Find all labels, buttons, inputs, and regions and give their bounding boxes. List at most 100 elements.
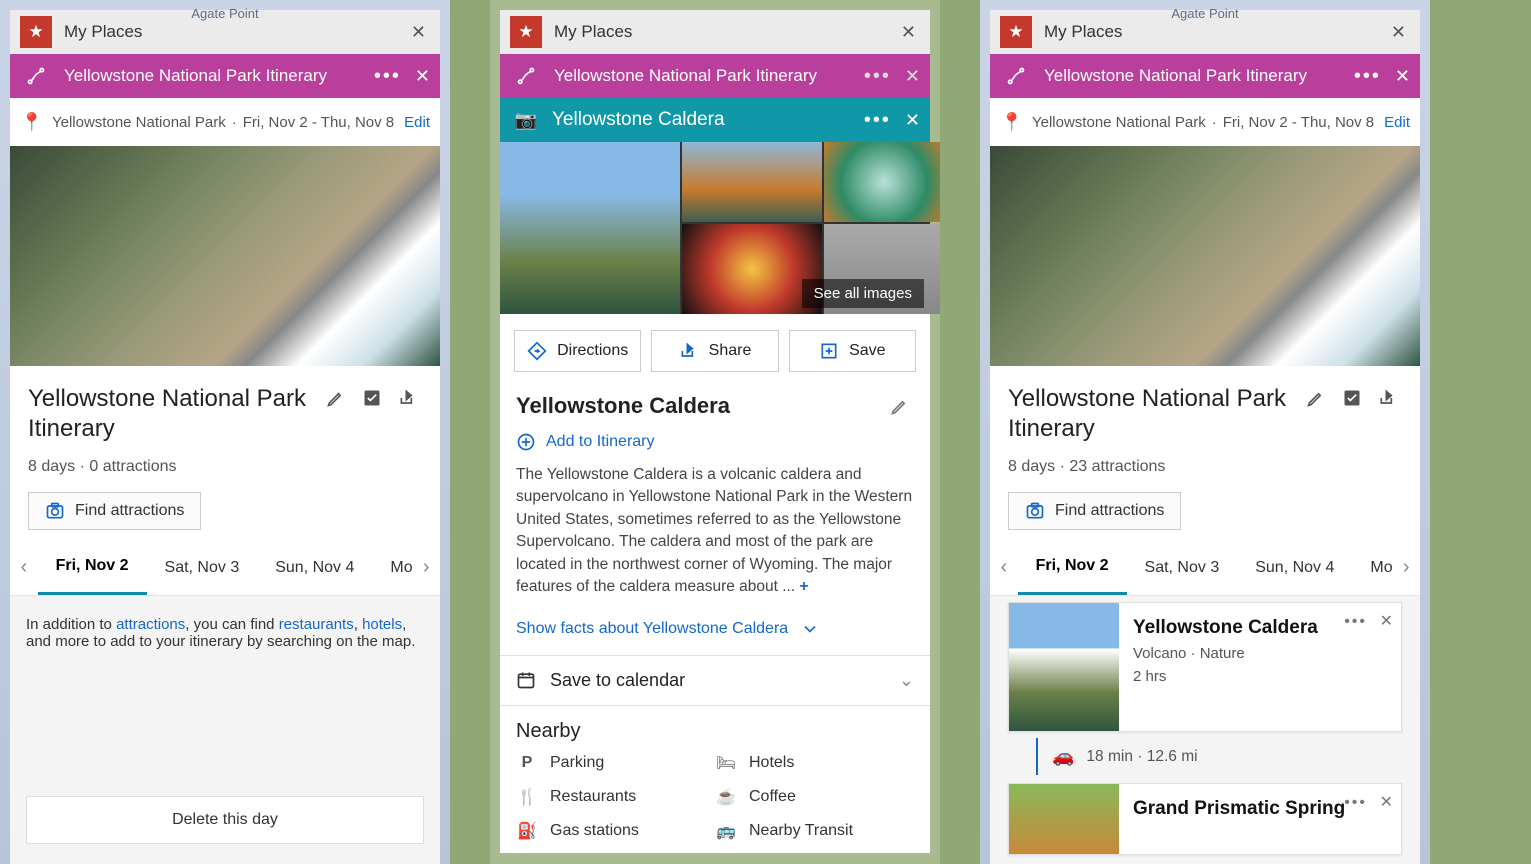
edit-button[interactable]: Edit <box>1384 114 1410 131</box>
restaurants-link[interactable]: restaurants <box>279 616 354 633</box>
attractions-link[interactable]: attractions <box>116 616 185 633</box>
see-all-images-button[interactable]: See all images <box>802 279 924 308</box>
hero-image <box>10 146 440 366</box>
route-icon <box>20 60 52 92</box>
more-icon[interactable]: ••• <box>370 61 405 92</box>
add-to-itinerary-button[interactable]: Add to Itinerary <box>500 426 930 464</box>
find-attractions-button[interactable]: Find attractions <box>28 492 201 530</box>
chevron-right-icon[interactable]: › <box>412 556 440 579</box>
chevron-right-icon[interactable]: › <box>1392 556 1420 579</box>
image-gallery[interactable]: See all images <box>500 142 930 314</box>
more-icon[interactable]: ••• <box>860 105 895 136</box>
itinerary-bar[interactable]: Yellowstone National Park Itinerary ••• … <box>10 54 440 98</box>
save-button[interactable]: Save <box>789 330 916 372</box>
nearby-coffee[interactable]: ☕Coffee <box>715 787 914 807</box>
nearby-transit[interactable]: 🚌Nearby Transit <box>715 821 914 841</box>
close-icon[interactable]: ✕ <box>1395 66 1410 87</box>
place-name: Yellowstone National Park <box>1032 114 1206 131</box>
coffee-icon: ☕ <box>715 787 737 807</box>
day-tabs: ‹ Fri, Nov 2 Sat, Nov 3 Sun, Nov 4 Mon › <box>10 540 440 596</box>
route-icon <box>510 60 542 92</box>
card-duration: 2 hrs <box>1133 668 1387 685</box>
caldera-bar: 📷 Yellowstone Caldera ••• ✕ <box>500 98 930 142</box>
find-attractions-label: Find attractions <box>1055 502 1164 520</box>
route-icon <box>1000 60 1032 92</box>
chevron-left-icon[interactable]: ‹ <box>10 556 38 579</box>
more-icon[interactable]: ••• <box>1344 613 1367 631</box>
expand-description-button[interactable]: + <box>799 578 808 595</box>
gallery-image[interactable] <box>500 142 680 314</box>
tab-day-2[interactable]: Sun, Nov 4 <box>1237 540 1352 595</box>
tab-day-1[interactable]: Sat, Nov 3 <box>1127 540 1238 595</box>
parking-icon: P <box>516 754 538 772</box>
gallery-image[interactable] <box>824 142 940 222</box>
itinerary-bar[interactable]: Yellowstone National Park Itinerary ••• … <box>990 54 1420 98</box>
nearby-restaurants[interactable]: 🍴Restaurants <box>516 787 715 807</box>
find-attractions-label: Find attractions <box>75 502 184 520</box>
nearby-gas[interactable]: ⛽Gas stations <box>516 821 715 841</box>
travel-segment[interactable]: 🚗 18 min · 12.6 mi <box>1036 738 1402 775</box>
nearby-title: Nearby <box>500 706 930 747</box>
more-icon[interactable]: ••• <box>1344 794 1367 812</box>
panel-filled-itinerary: Agate Point ★ My Places ✕ Yellowstone Na… <box>980 0 1430 864</box>
checklist-icon[interactable] <box>358 384 386 412</box>
edit-icon[interactable] <box>1302 384 1330 412</box>
edit-icon[interactable] <box>322 384 350 412</box>
close-icon[interactable]: ✕ <box>1380 792 1393 812</box>
itinerary-summary: 8 days · 23 attractions <box>1008 458 1402 476</box>
close-icon[interactable]: ✕ <box>905 66 920 87</box>
close-icon[interactable]: ✕ <box>905 110 920 131</box>
date-range: Fri, Nov 2 - Thu, Nov 8 <box>1223 114 1374 131</box>
chevron-left-icon[interactable]: ‹ <box>990 556 1018 579</box>
travel-text: 18 min · 12.6 mi <box>1086 748 1197 766</box>
edit-icon[interactable] <box>886 392 914 420</box>
gas-icon: ⛽ <box>516 821 538 841</box>
panel-empty-itinerary: Agate Point ★ My Places ✕ Yellowstone Na… <box>0 0 450 864</box>
close-icon[interactable]: ✕ <box>415 66 430 87</box>
more-icon[interactable]: ••• <box>1350 61 1385 92</box>
tab-day-1[interactable]: Sat, Nov 3 <box>147 540 258 595</box>
transit-icon: 🚌 <box>715 821 737 841</box>
my-places-label: My Places <box>554 22 632 42</box>
close-icon[interactable]: ✕ <box>897 18 920 47</box>
itinerary-card[interactable]: Grand Prismatic Spring ••• ✕ <box>1008 783 1402 855</box>
show-facts-button[interactable]: Show facts about Yellowstone Caldera <box>500 609 930 656</box>
edit-button[interactable]: Edit <box>404 114 430 131</box>
page-title: Yellowstone National Park Itinerary <box>1008 384 1294 444</box>
star-icon: ★ <box>20 16 52 48</box>
share-icon[interactable] <box>1374 384 1402 412</box>
itinerary-title: Yellowstone National Park Itinerary <box>64 66 327 86</box>
tab-day-0[interactable]: Fri, Nov 2 <box>38 540 147 595</box>
caldera-title: Yellowstone Caldera <box>516 393 878 419</box>
share-icon[interactable] <box>394 384 422 412</box>
itinerary-bar[interactable]: Yellowstone National Park Itinerary ••• … <box>500 54 930 98</box>
itinerary-content: Yellowstone National Park Itinerary 8 da… <box>990 366 1420 540</box>
nearby-parking[interactable]: PParking <box>516 753 715 773</box>
car-icon: 🚗 <box>1052 746 1074 767</box>
close-icon[interactable]: ✕ <box>407 18 430 47</box>
panel-caldera-detail: ★ My Places ✕ Yellowstone National Park … <box>490 0 940 864</box>
delete-day-button[interactable]: Delete this day <box>26 796 424 844</box>
save-to-calendar-button[interactable]: Save to calendar ⌄ <box>500 656 930 706</box>
place-bar: 📍 Yellowstone National Park · Fri, Nov 2… <box>10 98 440 146</box>
hotels-link[interactable]: hotels <box>362 616 402 633</box>
close-icon[interactable]: ✕ <box>1380 611 1393 631</box>
close-icon[interactable]: ✕ <box>1387 18 1410 47</box>
tab-day-0[interactable]: Fri, Nov 2 <box>1018 540 1127 595</box>
itinerary-card[interactable]: Yellowstone Caldera Volcano · Nature 2 h… <box>1008 602 1402 732</box>
my-places-bar[interactable]: ★ My Places ✕ <box>500 10 930 54</box>
chevron-down-icon <box>800 619 820 639</box>
chevron-down-icon: ⌄ <box>899 670 914 691</box>
directions-button[interactable]: Directions <box>514 330 641 372</box>
checklist-icon[interactable] <box>1338 384 1366 412</box>
tab-day-3[interactable]: Mon <box>372 540 412 595</box>
nearby-hotels[interactable]: 🛏Hotels <box>715 753 914 773</box>
gallery-image[interactable] <box>682 142 822 222</box>
find-attractions-button[interactable]: Find attractions <box>1008 492 1181 530</box>
my-places-label: My Places <box>64 22 142 42</box>
place-name: Yellowstone National Park <box>52 114 226 131</box>
tab-day-3[interactable]: Mon <box>1352 540 1392 595</box>
tab-day-2[interactable]: Sun, Nov 4 <box>257 540 372 595</box>
share-button[interactable]: Share <box>651 330 778 372</box>
more-icon[interactable]: ••• <box>860 61 895 92</box>
